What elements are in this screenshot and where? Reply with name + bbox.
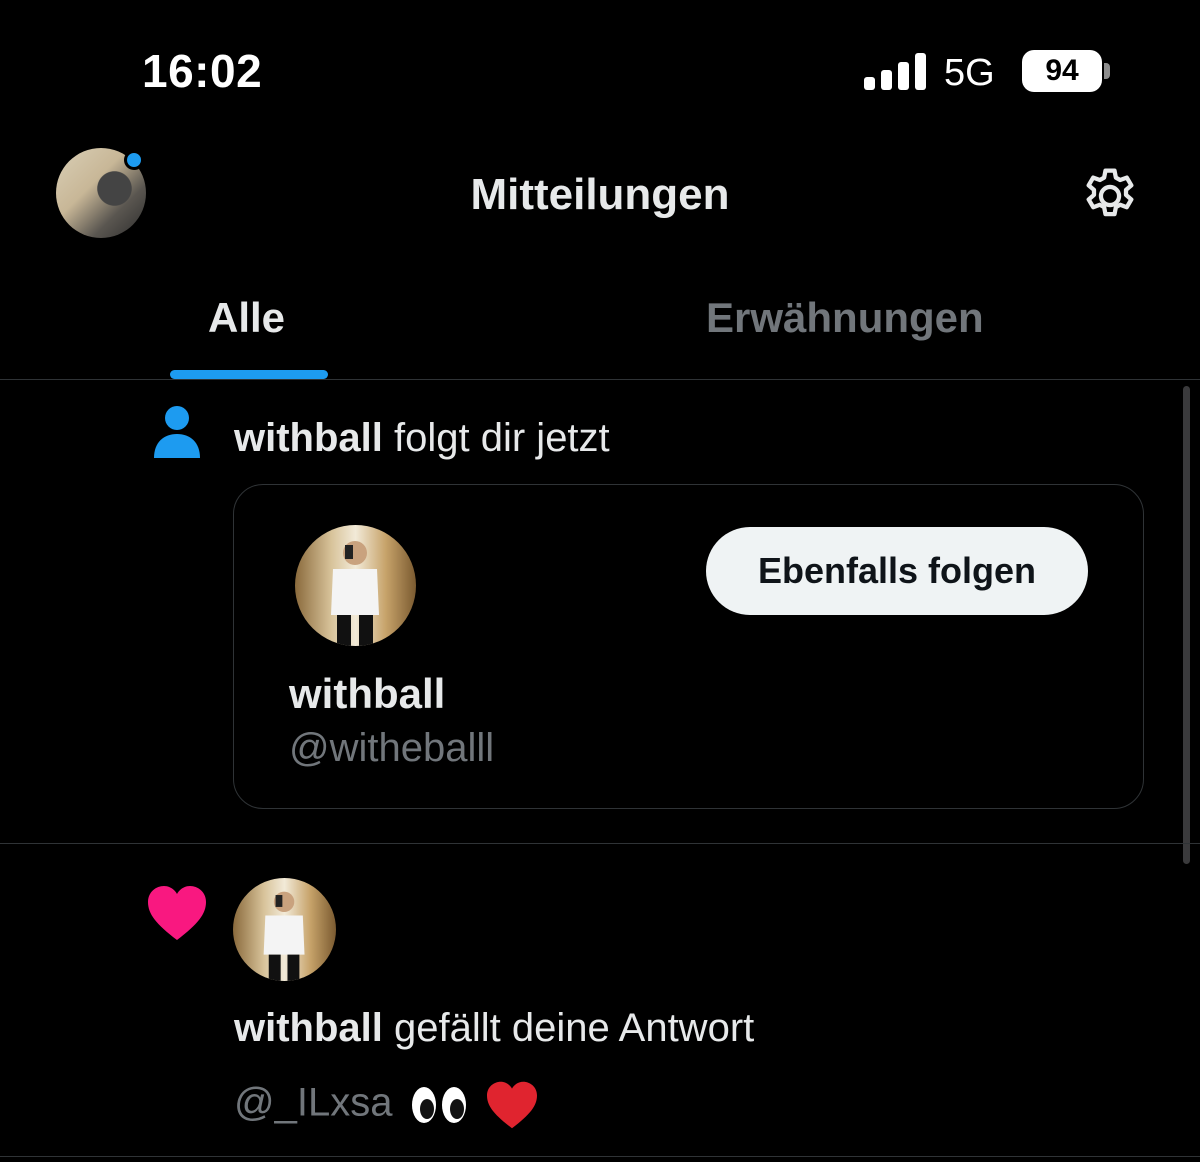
liked-reply-preview[interactable]: @_ILxsa bbox=[234, 1080, 539, 1130]
network-type: 5G bbox=[944, 52, 995, 94]
red-heart-emoji-icon bbox=[486, 1081, 537, 1129]
settings-gear-icon[interactable] bbox=[1078, 164, 1142, 228]
active-tab-indicator bbox=[170, 370, 328, 379]
eyes-emoji-icon bbox=[411, 1087, 466, 1123]
scrollbar[interactable] bbox=[1183, 386, 1190, 864]
notification-username[interactable]: withball bbox=[234, 416, 383, 460]
notification-divider bbox=[0, 1156, 1200, 1157]
like-notification-text[interactable]: withball gefällt deine Antwort bbox=[234, 1006, 754, 1051]
tab-all[interactable]: Alle bbox=[208, 294, 285, 342]
user-avatar[interactable] bbox=[295, 525, 416, 646]
liker-avatar[interactable] bbox=[233, 878, 336, 981]
reply-mention: @_ILxsa bbox=[234, 1080, 393, 1125]
notification-action: gefällt deine Antwort bbox=[394, 1006, 755, 1050]
unread-indicator-dot bbox=[124, 150, 144, 170]
notification-action: folgt dir jetzt bbox=[394, 416, 610, 460]
notification-username[interactable]: withball bbox=[234, 1006, 383, 1050]
card-handle: @witheballl bbox=[289, 726, 495, 770]
person-icon bbox=[154, 406, 200, 458]
status-time: 16:02 bbox=[142, 45, 263, 97]
follow-back-button[interactable]: Ebenfalls folgen bbox=[706, 527, 1088, 615]
card-display-name[interactable]: withball bbox=[289, 670, 445, 718]
notification-divider bbox=[0, 843, 1200, 844]
follow-notification-text[interactable]: withball folgt dir jetzt bbox=[234, 416, 610, 461]
heart-icon bbox=[148, 886, 206, 940]
page-title: Mitteilungen bbox=[470, 170, 730, 219]
tab-mentions[interactable]: Erwähnungen bbox=[706, 294, 984, 342]
battery-icon: 94 bbox=[1022, 50, 1102, 92]
battery-tip bbox=[1104, 63, 1110, 79]
tabs-divider bbox=[0, 379, 1200, 380]
cellular-signal-icon bbox=[864, 52, 928, 90]
